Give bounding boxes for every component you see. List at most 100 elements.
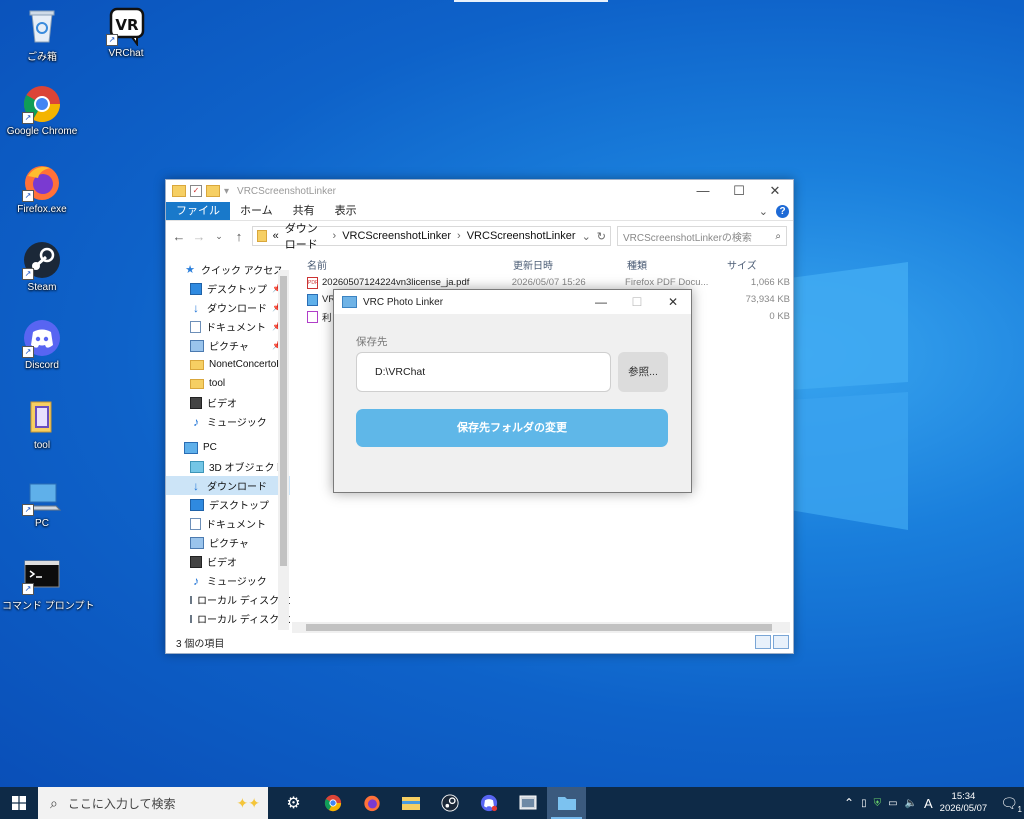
details-view-icon[interactable] [755,635,771,649]
nav-quick-access[interactable]: ★ クイック アクセス [166,260,290,279]
recent-dropdown-icon[interactable]: ⌄ [212,231,226,242]
desktop-icon-label: ごみ箱 [27,52,57,63]
nav-item-nonetconcerto[interactable]: NonetConcertoD [166,355,290,374]
pdf-file-icon: PDF [307,276,318,289]
tab-home[interactable]: ホーム [230,202,283,220]
desktop-icon-firefox[interactable]: ↗ Firefox.exe [2,162,82,215]
column-name[interactable]: 名前 [292,257,498,272]
nav-item-pc-desktop[interactable]: デスクトップ [166,495,290,514]
taskbar-app[interactable] [508,787,547,819]
nav-item-pc-downloads[interactable]: ↓ ダウンロード [166,476,290,495]
download-icon: ↓ [193,478,199,493]
breadcrumb-item[interactable]: VRCScreenshotLinker [342,230,451,242]
nav-item-music[interactable]: ♪ ミュージック [166,412,290,431]
quick-access-dropdown-icon[interactable]: ▾ [224,186,229,197]
navigation-scrollbar[interactable] [278,270,289,630]
new-folder-icon[interactable] [206,185,220,197]
refresh-icon[interactable]: ↻ [597,230,606,243]
column-type[interactable]: 種類 [612,257,712,272]
taskbar-chrome[interactable] [313,787,352,819]
desktop-icon-vrchat[interactable]: VR ↗ VRChat [86,6,166,59]
column-date[interactable]: 更新日時 [498,257,612,272]
breadcrumb-prefix[interactable]: « [273,230,279,242]
nav-item-local-disk-d[interactable]: ローカル ディスク (D [166,609,290,628]
nav-item-downloads[interactable]: ↓ダウンロード📌 [166,298,290,317]
expand-ribbon-icon[interactable]: ⌄ [759,205,768,218]
nav-item-pictures[interactable]: ピクチャ📌 [166,336,290,355]
taskbar-discord[interactable] [469,787,508,819]
shortcut-arrow-icon: ↗ [22,346,34,358]
minimize-button[interactable]: — [685,183,721,199]
minimize-button[interactable]: — [583,295,619,309]
start-button[interactable] [0,787,38,819]
taskbar-vrc-photo-linker[interactable] [547,787,586,819]
scroll-thumb[interactable] [280,276,287,566]
nav-label: ドキュメント [206,520,266,531]
nav-item-documents[interactable]: ドキュメント📌 [166,317,290,336]
firefox-icon: ↗ [22,162,62,202]
volume-icon[interactable]: 🔈 [905,798,917,809]
address-bar[interactable]: « ダウンロード › VRCScreenshotLinker › VRCScre… [252,223,611,251]
device-icon[interactable]: ▯ [861,798,867,809]
nav-item-3d-objects[interactable]: 3D オブジェクト [166,457,290,476]
close-button[interactable]: ✕ [655,295,691,309]
clock[interactable]: 15:34 2026/05/07 [940,791,988,815]
tab-view[interactable]: 表示 [325,202,367,220]
desktop-icon-discord[interactable]: ↗ Discord [2,318,82,371]
nav-item-pc-videos[interactable]: ビデオ [166,552,290,571]
nav-item-local-disk-c[interactable]: ローカル ディスク (C [166,590,290,609]
column-size[interactable]: サイズ [712,257,757,272]
desktop-icon-recycle-bin[interactable]: ごみ箱 [2,6,82,63]
desktop-icon-pc[interactable]: ↗ PC [2,476,82,529]
large-icons-view-icon[interactable] [773,635,789,649]
nav-item-pc-music[interactable]: ♪ ミュージック [166,571,290,590]
taskbar-steam[interactable] [430,787,469,819]
close-button[interactable]: ✕ [757,183,793,199]
taskbar-settings[interactable]: ⚙ [274,787,313,819]
nav-item-videos[interactable]: ビデオ [166,393,290,412]
nav-item-pc-documents[interactable]: ドキュメント [166,514,290,533]
up-arrow-icon[interactable]: ↑ [232,229,246,244]
notifications-icon[interactable]: 🗨 1 [1000,795,1022,814]
file-list-horizontal-scrollbar[interactable] [292,622,790,633]
steam-icon: ↗ [22,240,62,280]
nav-item-desktop[interactable]: デスクトップ📌 [166,279,290,298]
nav-label: ローカル ディスク (D [197,615,290,626]
desktop-icon-label: コマンド プロンプト [2,601,95,612]
back-arrow-icon[interactable]: ← [172,229,186,244]
save-path-field[interactable]: D:\VRChat [356,352,611,392]
address-dropdown-icon[interactable]: ⌄ [582,230,591,243]
breadcrumb-item[interactable]: VRCScreenshotLinker [467,230,576,242]
breadcrumb-item[interactable]: ダウンロード [285,220,327,252]
tab-share[interactable]: 共有 [283,202,325,220]
maximize-button[interactable]: ☐ [721,183,757,199]
taskbar-search-box[interactable]: ⌕ ここに入力して検索 ✦✦ [38,787,268,819]
taskbar-firefox[interactable] [352,787,391,819]
desktop-icon-steam[interactable]: ↗ Steam [2,240,82,293]
pictures-icon [190,339,204,352]
taskbar-file-explorer[interactable] [391,787,430,819]
help-icon[interactable]: ? [776,204,789,218]
desktop-icon-cmd[interactable]: ↗ コマンド プロンプト [2,555,95,612]
properties-icon[interactable]: ✓ [190,185,202,197]
nav-item-tool[interactable]: tool [166,374,290,393]
chevron-up-icon[interactable]: ⌃ [844,796,854,810]
nav-item-pc-pictures[interactable]: ピクチャ [166,533,290,552]
maximize-button: ☐ [631,295,643,309]
app-window-icon [519,795,536,810]
pictures-icon [190,536,204,549]
browse-button[interactable]: 参照... [618,352,668,392]
desktop-icon-tool-folder[interactable]: tool [2,398,82,451]
document-icon [190,320,201,333]
forward-arrow-icon[interactable]: → [192,229,206,244]
ime-indicator[interactable]: A [924,796,933,811]
network-icon[interactable]: ▭ [888,798,897,809]
security-shield-icon[interactable]: ⛨ [874,798,882,809]
desktop-icon-chrome[interactable]: ↗ Google Chrome [2,84,82,137]
scroll-thumb[interactable] [306,624,772,631]
search-box[interactable]: VRCScreenshotLinkerの検索 ⌕ [617,226,787,246]
nav-pc[interactable]: PC [166,438,290,457]
steam-icon [440,794,459,812]
tab-file[interactable]: ファイル [166,202,230,220]
change-folder-button[interactable]: 保存先フォルダの変更 [356,409,668,447]
